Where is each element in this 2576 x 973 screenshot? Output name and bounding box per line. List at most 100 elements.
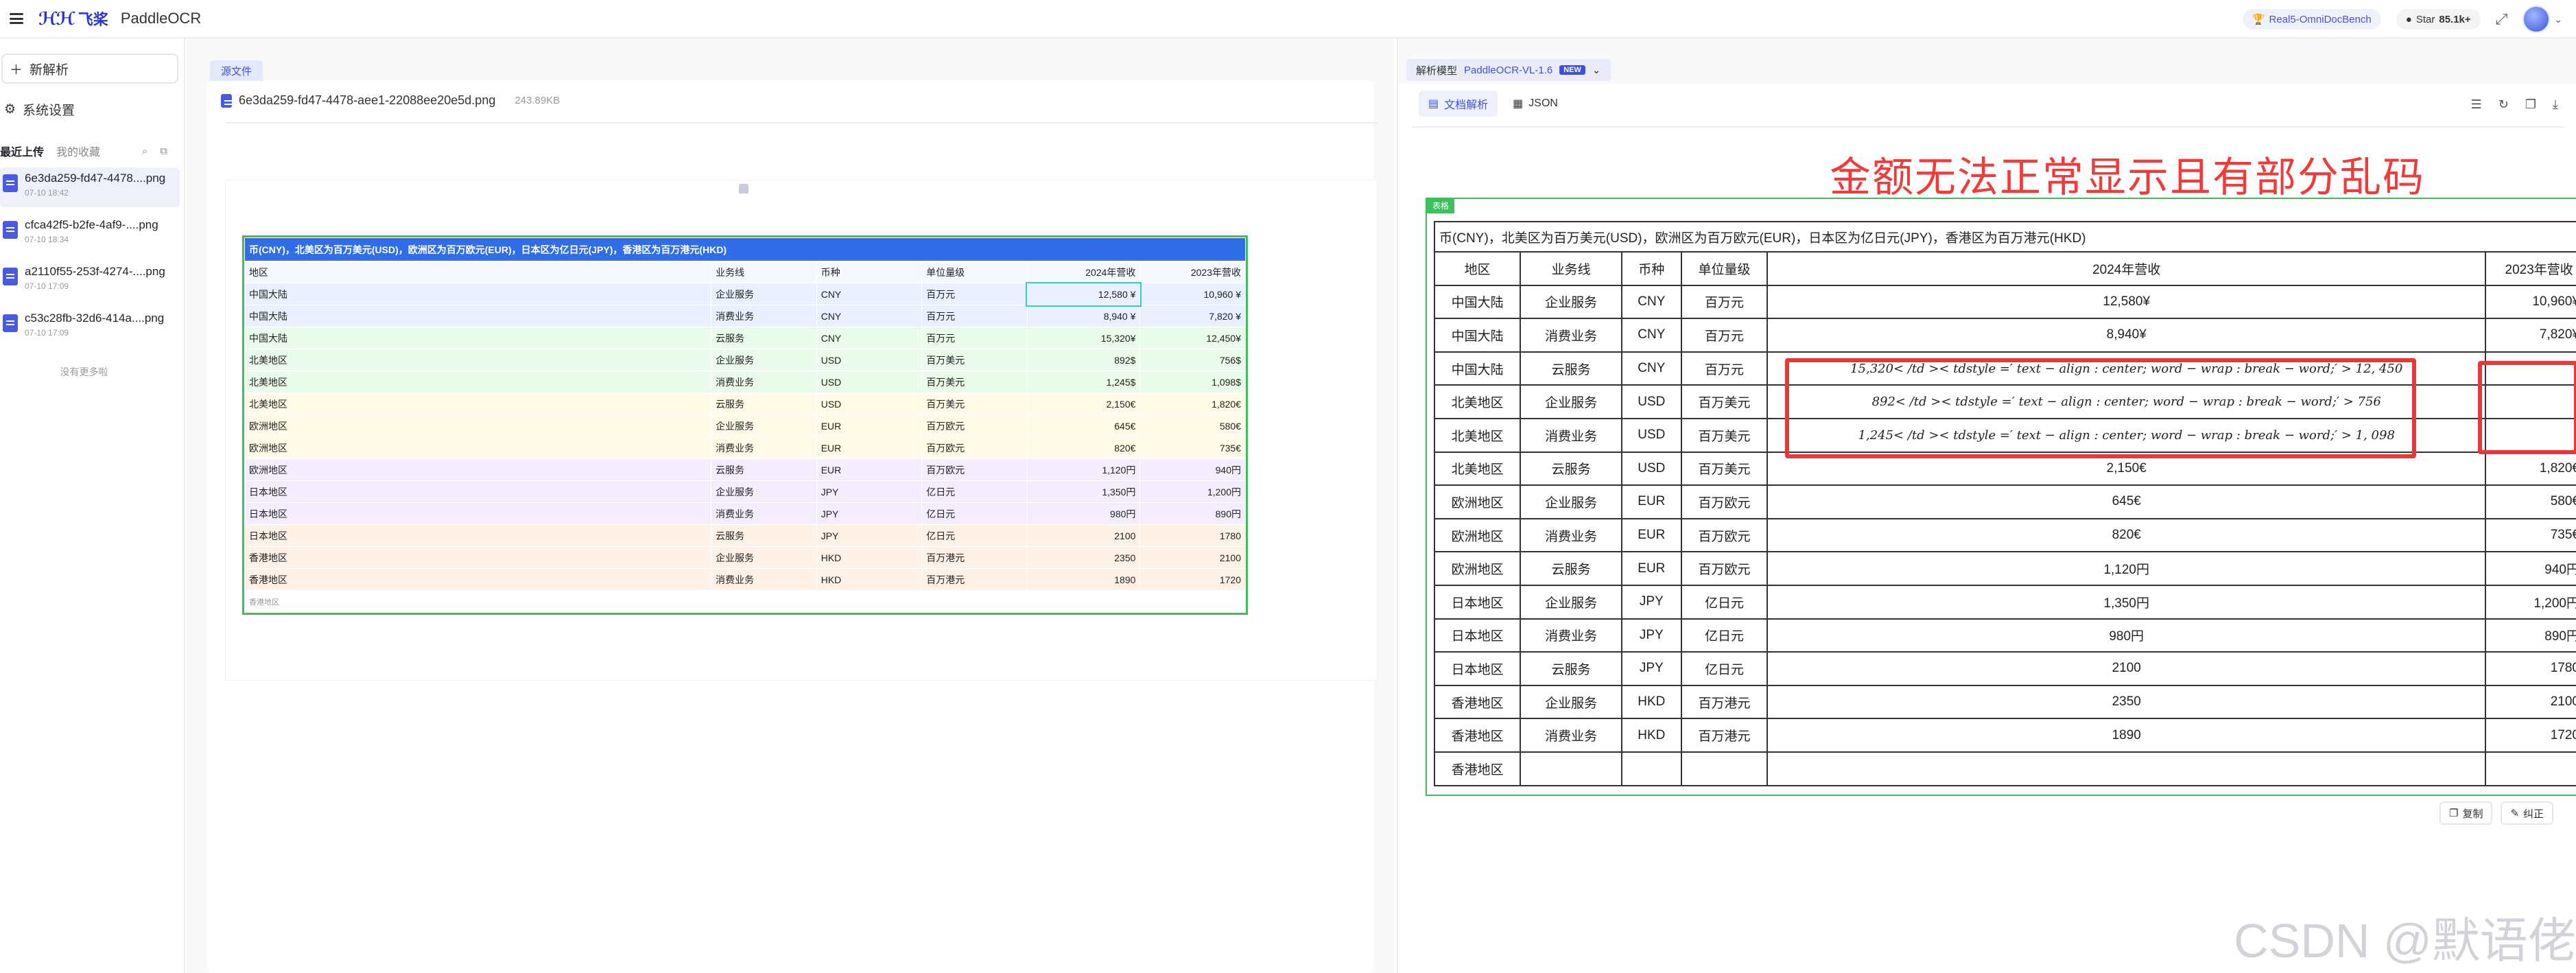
download-icon[interactable]: ⤓ <box>2553 97 2558 112</box>
source-cell: 百万欧元 <box>921 436 1028 459</box>
file-icon <box>3 174 18 192</box>
source-cell: 12,450¥ <box>1139 327 1246 349</box>
search-icon[interactable]: ⌕ <box>142 145 147 157</box>
table-row: 日本地区 云服务 JPY 亿日元 2100 1780 <box>1433 651 2576 686</box>
source-cell: 820€ <box>1026 436 1141 459</box>
result-cell: 890円 <box>2485 618 2576 653</box>
source-cell: 580€ <box>1139 414 1246 437</box>
source-cell: 1,098$ <box>1139 371 1246 393</box>
correct-label: 纠正 <box>2523 808 2544 820</box>
source-cell: 645€ <box>1026 414 1141 437</box>
source-cell: 8,940 ¥ <box>1026 305 1141 327</box>
result-cell: JPY <box>1620 584 1682 620</box>
copy-button[interactable]: ❐ 复制 <box>2439 801 2493 825</box>
source-cell: 亿日元 <box>921 502 1028 525</box>
app-root: ℋℋ 飞桨 PaddleOCR 🏆 Real5-OmniDocBench ● Sta… <box>0 0 2576 973</box>
result-actions: ❐ 复制 ✎ 纠正 <box>2439 801 2554 825</box>
file-name: c53c28fb-32d6-414a....png <box>25 312 165 325</box>
result-cell: HKD <box>1620 684 1682 720</box>
source-cell: 百万欧元 <box>921 458 1028 481</box>
source-cell: 百万美元 <box>921 392 1028 415</box>
source-cell: 1780 <box>1139 524 1246 547</box>
tab-doc-parse-label: 文档解析 <box>1444 99 1489 111</box>
table-row: 中国大陆 消费业务 CNY 百万元 8,940 ¥7,820 ¥ <box>244 305 1246 327</box>
result-cell: 百万欧元 <box>1680 484 1769 519</box>
source-file-header: 6e3da259-fd47-4478-aee1-22088ee20e5d.png… <box>221 93 560 108</box>
github-star-button[interactable]: ● Star 85.1k+ <box>2396 9 2481 30</box>
correct-button[interactable]: ✎ 纠正 <box>2501 801 2554 825</box>
result-cell: 7,820¥ <box>2485 318 2576 353</box>
source-cell: 日本地区 <box>244 502 712 525</box>
menu-icon[interactable] <box>10 13 23 24</box>
result-table: 币(CNY)，北美区为百万美元(USD)，欧洲区为百万欧元(EUR)，日本区为亿… <box>1433 221 2576 786</box>
settings-sliders-icon[interactable]: ☰ <box>2471 97 2482 112</box>
zoom-icon[interactable] <box>739 184 748 194</box>
source-cell: 亿日元 <box>921 524 1028 547</box>
avatar[interactable] <box>2522 5 2551 33</box>
benchmark-link[interactable]: 🏆 Real5-OmniDocBench <box>2242 9 2381 30</box>
gear-icon: ⚙ <box>4 102 16 117</box>
source-cell: 1890 <box>1026 568 1141 591</box>
model-selector[interactable]: 解析模型 PaddleOCR-VL-1.6 NEW ⌄ <box>1406 59 1611 81</box>
sidebar: ＋ 新解析 ⚙ 系统设置 最近上传 我的收藏 ⌕ ⧉ 6e3da259-fd47-44… <box>0 38 185 973</box>
result-cell: 百万元 <box>1680 351 1769 386</box>
filter-icon[interactable]: ⧉ <box>160 145 167 157</box>
result-cell: 1,350円 <box>1766 584 2487 620</box>
divider <box>225 122 1378 124</box>
logo[interactable]: ℋℋ 飞桨 PaddleOCR <box>38 8 201 30</box>
copy-icon[interactable]: ❐ <box>2525 97 2536 112</box>
github-icon: ● <box>2405 13 2412 25</box>
source-cell: 2,150€ <box>1026 392 1141 415</box>
settings-label: 系统设置 <box>23 104 75 118</box>
result-cell: 1,820€ <box>2485 451 2576 487</box>
source-cell: 香港地区 <box>244 568 712 591</box>
file-icon <box>3 221 18 239</box>
result-cell: 亿日元 <box>1680 584 1769 620</box>
result-cell: 820€ <box>1766 517 2487 553</box>
source-tab-bar: 源文件 <box>187 38 1394 81</box>
tab-json[interactable]: ▦ JSON <box>1503 91 1568 117</box>
result-cell: 百万港元 <box>1680 684 1769 720</box>
table-row: 中国大陆 消费业务 CNY 百万元 8,940¥ 7,820¥ <box>1433 318 2576 353</box>
table-row: 香港地区 企业服务 HKD 百万港元 2350 2100 <box>244 546 1246 569</box>
result-cell <box>1620 751 1682 786</box>
table-row: 欧洲地区 云服务 EUR 百万欧元 1,120円 940円 <box>244 458 1246 481</box>
file-item[interactable]: a2110f55-253f-4274-....png 07-10 17:09 <box>0 261 180 301</box>
user-menu[interactable]: ⌄ <box>2522 5 2562 33</box>
settings-link[interactable]: ⚙ 系统设置 <box>4 100 75 119</box>
new-parse-button[interactable]: ＋ 新解析 <box>1 54 178 84</box>
result-header-cell: 2024年营收 <box>1766 251 2487 286</box>
source-cell: 企业服务 <box>711 480 817 503</box>
source-cell: 企业服务 <box>711 349 817 371</box>
result-cell: 企业服务 <box>1520 484 1622 519</box>
file-item[interactable]: cfca42f5-b2fe-4af9-....png 07-10 18:34 <box>0 214 180 254</box>
file-item[interactable]: 6e3da259-fd47-4478....png 07-10 18:42 <box>0 167 180 207</box>
result-cell: 云服务 <box>1520 551 1622 586</box>
refresh-icon[interactable]: ↻ <box>2498 97 2509 112</box>
share-icon[interactable]: ⤢ <box>2496 10 2508 28</box>
source-cell: 890円 <box>1139 502 1246 525</box>
table-row: 香港地区 <box>1433 751 2576 786</box>
source-cell: 亿日元 <box>921 480 1028 503</box>
benchmark-label: Real5-OmniDocBench <box>2269 13 2372 25</box>
result-cell: 香港地区 <box>1433 751 1522 786</box>
tab-favorites[interactable]: 我的收藏 <box>56 143 100 159</box>
tab-recent[interactable]: 最近上传 <box>0 143 44 159</box>
result-cell: 百万美元 <box>1680 384 1769 419</box>
tab-source-file[interactable]: 源文件 <box>210 60 263 81</box>
file-item[interactable]: c53c28fb-32d6-414a....png 07-10 17:09 <box>0 307 180 347</box>
file-name: a2110f55-253f-4274-....png <box>25 265 165 278</box>
result-cell: 消费业务 <box>1520 318 1622 353</box>
source-cell: 北美地区 <box>244 371 712 393</box>
result-cell: 日本地区 <box>1433 651 1522 686</box>
result-cell: 中国大陆 <box>1433 351 1522 386</box>
source-header-cell: 业务线 <box>711 261 817 283</box>
new-badge: NEW <box>1559 65 1585 75</box>
product-name: PaddleOCR <box>120 10 202 27</box>
tab-doc-parse[interactable]: ▤ 文档解析 <box>1419 91 1498 117</box>
source-cell: 1,245$ <box>1026 371 1141 393</box>
result-cell: USD <box>1620 451 1682 487</box>
table-row: 北美地区 企业服务 USD 百万美元 892$ 756$ <box>244 349 1246 371</box>
source-header-cell: 2023年营收 <box>1139 261 1246 283</box>
table-row: 日本地区 云服务 JPY 亿日元 2100 1780 <box>244 524 1246 547</box>
